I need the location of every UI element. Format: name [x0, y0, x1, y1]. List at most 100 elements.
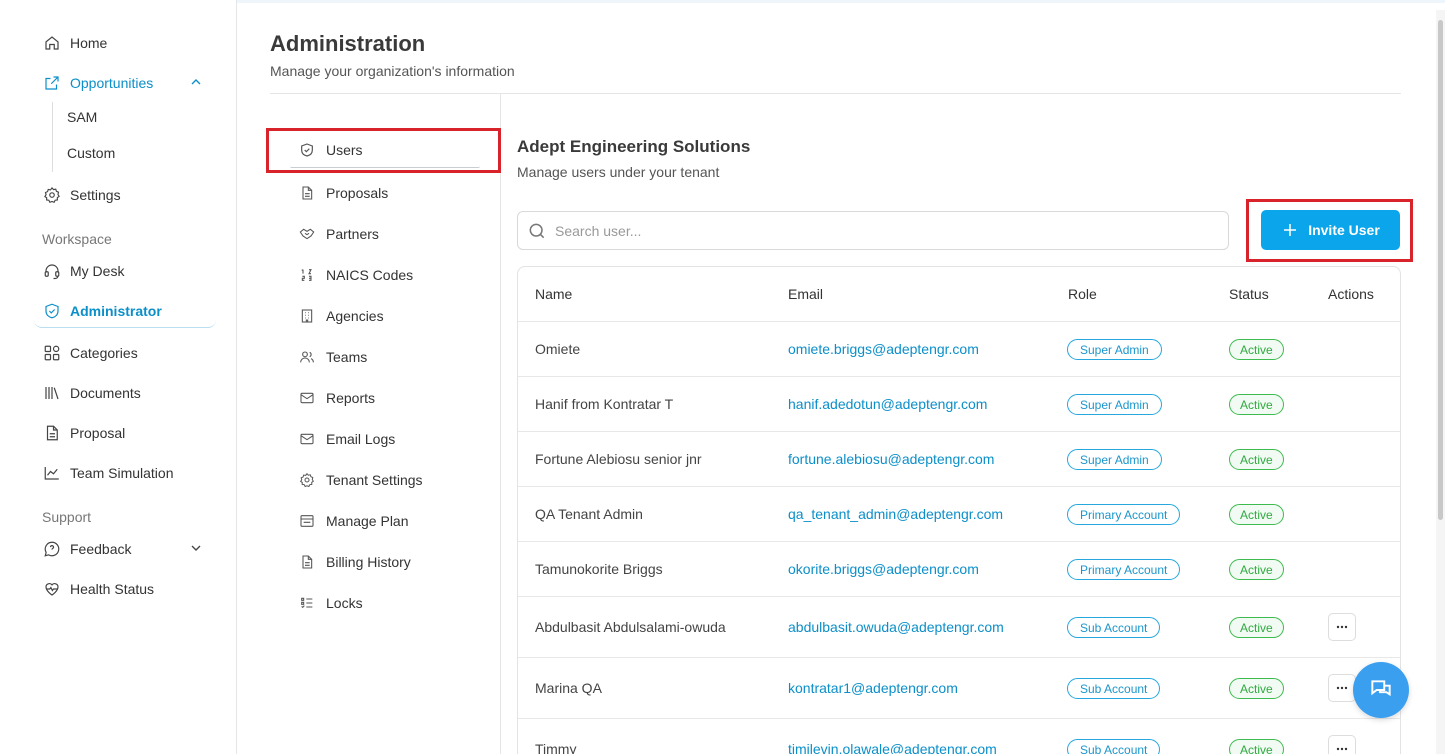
sidebar-item-proposal[interactable]: Proposal	[34, 416, 216, 450]
shield-check-icon	[42, 301, 62, 321]
sidebar-item-settings[interactable]: Settings	[34, 178, 216, 212]
admin-menu-users[interactable]: Users	[298, 138, 363, 162]
gear-icon	[42, 185, 62, 205]
headset-icon	[42, 261, 62, 281]
page-title: Administration	[270, 31, 426, 56]
sidebar-item-opportunities[interactable]: Opportunities	[34, 66, 216, 100]
role-badge: Super Admin	[1067, 339, 1162, 360]
user-email-link[interactable]: timilevin.olawale@adeptengr.com	[788, 741, 997, 754]
sidebar-item-administrator[interactable]: Administrator	[34, 294, 216, 328]
sidebar-item-my-desk[interactable]: My Desk	[34, 254, 216, 288]
sidebar-item-label: Administrator	[70, 302, 162, 319]
admin-menu-label: Agencies	[326, 308, 384, 324]
table-row[interactable]: Marina QA kontratar1@adeptengr.com Sub A…	[518, 657, 1400, 718]
admin-menu-label: NAICS Codes	[326, 267, 414, 283]
list-check-icon	[298, 594, 316, 612]
user-email-link[interactable]: hanif.adedotun@adeptengr.com	[788, 396, 987, 412]
table-row[interactable]: Omiete omiete.briggs@adeptengr.com Super…	[518, 321, 1400, 376]
chat-icon	[1371, 680, 1391, 697]
scrollbar-thumb[interactable]	[1438, 20, 1443, 520]
status-badge: Active	[1229, 504, 1284, 525]
admin-menu-label: Locks	[326, 595, 363, 611]
table-row[interactable]: Fortune Alebiosu senior jnr fortune.aleb…	[518, 431, 1400, 486]
admin-menu-teams[interactable]: Teams	[298, 345, 367, 369]
status-badge: Active	[1229, 617, 1284, 638]
column-header-status[interactable]: Status	[1229, 286, 1269, 302]
table-row[interactable]: Tamunokorite Briggs okorite.briggs@adept…	[518, 541, 1400, 596]
table-row[interactable]: QA Tenant Admin qa_tenant_admin@adepteng…	[518, 486, 1400, 541]
line-chart-icon	[42, 463, 62, 483]
admin-menu-label: Billing History	[326, 554, 411, 570]
workspace-section-label: Workspace	[42, 231, 112, 247]
app-root: Home Opportunities SAM Custom Settings W…	[0, 0, 1445, 754]
chat-question-icon	[42, 539, 62, 559]
plus-icon	[1281, 221, 1299, 239]
search-input[interactable]	[555, 222, 1215, 239]
status-badge: Active	[1229, 559, 1284, 580]
admin-menu-label: Teams	[326, 349, 368, 365]
sidebar-item-team-simulation[interactable]: Team Simulation	[34, 456, 216, 490]
user-name: Hanif from Kontratar T	[535, 396, 674, 412]
users-icon	[298, 348, 316, 366]
sidebar-item-documents[interactable]: Documents	[34, 376, 216, 410]
search-icon	[527, 221, 547, 241]
user-email-link[interactable]: kontratar1@adeptengr.com	[788, 680, 958, 696]
admin-menu-manage-plan[interactable]: Manage Plan	[298, 509, 409, 533]
role-badge: Sub Account	[1067, 617, 1161, 638]
sidebar-item-categories[interactable]: Categories	[34, 336, 216, 370]
sidebar-item-health-status[interactable]: Health Status	[34, 572, 216, 606]
role-badge: Sub Account	[1067, 678, 1161, 699]
users-active-underline	[290, 166, 480, 168]
admin-menu-email-logs[interactable]: Email Logs	[298, 427, 395, 451]
admin-menu-label: Tenant Settings	[326, 472, 423, 488]
user-email-link[interactable]: omiete.briggs@adeptengr.com	[788, 341, 979, 357]
row-actions-button[interactable]	[1328, 674, 1356, 702]
sidebar-item-label: Team Simulation	[70, 465, 174, 481]
invite-user-button[interactable]: Invite User	[1261, 210, 1400, 250]
gear-icon	[298, 471, 316, 489]
mail-icon	[298, 389, 316, 407]
admin-menu-reports[interactable]: Reports	[298, 386, 375, 410]
sidebar-item-feedback[interactable]: Feedback	[34, 532, 216, 566]
chevron-down-icon[interactable]	[188, 540, 204, 556]
admin-menu-partners[interactable]: Partners	[298, 222, 379, 246]
chat-support-button[interactable]	[1353, 662, 1409, 718]
column-header-name[interactable]: Name	[535, 286, 572, 302]
admin-menu-naics-codes[interactable]: NAICS Codes	[298, 263, 413, 287]
role-badge: Super Admin	[1067, 449, 1162, 470]
sidebar-item-label: Proposal	[70, 425, 126, 441]
user-email-link[interactable]: okorite.briggs@adeptengr.com	[788, 561, 979, 577]
table-row[interactable]: Abdulbasit Abdulsalami-owuda abdulbasit.…	[518, 596, 1400, 657]
admin-menu-label: Reports	[326, 390, 376, 406]
search-user-field[interactable]	[517, 211, 1229, 250]
user-name: Abdulbasit Abdulsalami-owuda	[535, 619, 726, 635]
user-email-link[interactable]: qa_tenant_admin@adeptengr.com	[788, 506, 1003, 522]
column-header-email[interactable]: Email	[788, 286, 823, 302]
row-actions-button[interactable]	[1328, 613, 1356, 641]
document-icon	[298, 553, 316, 571]
invite-user-label: Invite User	[1308, 222, 1380, 238]
table-row[interactable]: Hanif from Kontratar T hanif.adedotun@ad…	[518, 376, 1400, 431]
sidebar-item-label: Opportunities	[70, 75, 154, 91]
admin-menu-billing-history[interactable]: Billing History	[298, 550, 411, 574]
inbox-icon	[298, 512, 316, 530]
user-email-link[interactable]: fortune.alebiosu@adeptengr.com	[788, 451, 994, 467]
chevron-up-icon[interactable]	[188, 74, 204, 90]
status-badge: Active	[1229, 739, 1284, 754]
sidebar-item-home[interactable]: Home	[34, 26, 216, 60]
admin-menu-proposals[interactable]: Proposals	[298, 181, 388, 205]
sidebar: Home Opportunities SAM Custom Settings W…	[0, 0, 237, 754]
admin-menu-tenant-settings[interactable]: Tenant Settings	[298, 468, 423, 492]
user-email-link[interactable]: abdulbasit.owuda@adeptengr.com	[788, 619, 1004, 635]
table-row[interactable]: Timmy timilevin.olawale@adeptengr.com Su…	[518, 718, 1400, 754]
sidebar-item-label: Home	[70, 35, 108, 51]
admin-menu-locks[interactable]: Locks	[298, 591, 363, 615]
row-actions-button[interactable]	[1328, 735, 1356, 754]
sidebar-subitem-custom[interactable]: Custom	[67, 145, 115, 161]
user-name: Timmy	[535, 741, 577, 754]
heart-pulse-icon	[42, 579, 62, 599]
sidebar-item-label: My Desk	[70, 263, 125, 279]
column-header-role[interactable]: Role	[1068, 286, 1097, 302]
admin-menu-agencies[interactable]: Agencies	[298, 304, 384, 328]
sidebar-subitem-sam[interactable]: SAM	[67, 109, 97, 125]
